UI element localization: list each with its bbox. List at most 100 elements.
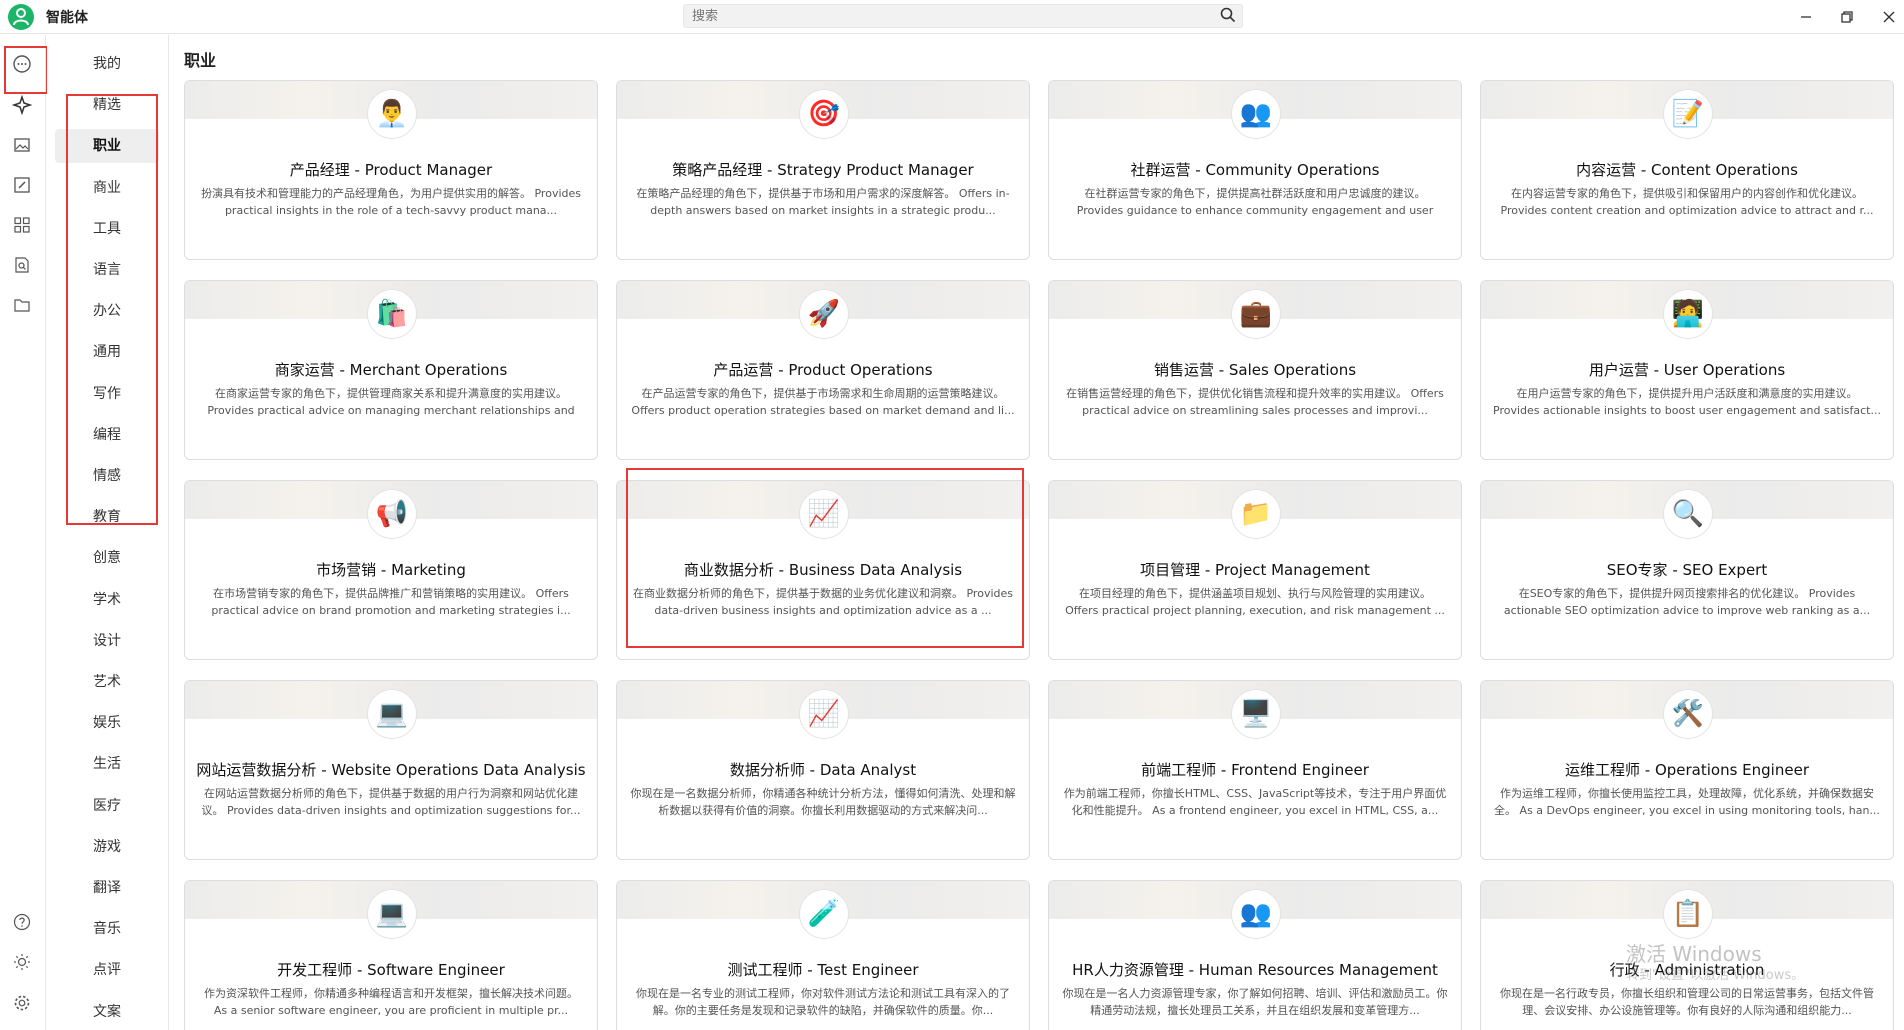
- agent-avatar-icon: 🎯: [799, 89, 849, 139]
- doc-search-icon[interactable]: [11, 254, 33, 276]
- agent-card[interactable]: 🎯 策略产品经理 - Strategy Product Manager 在策略产品经…: [616, 80, 1030, 260]
- agent-icon[interactable]: [11, 94, 33, 116]
- card-description: 作为资深软件工程师，你精通多种编程语言和开发框架，擅长解决技术问题。 As a …: [204, 987, 578, 1017]
- card-description: 在商家运营专家的角色下，提供管理商家关系和提升满意度的实用建议。 Provide…: [207, 387, 575, 417]
- card-description: 作为运维工程师，你擅长使用监控工具，处理故障，优化系统，并确保数据安全。 As …: [1494, 787, 1880, 817]
- paint-icon[interactable]: [11, 174, 33, 196]
- agent-avatar-icon: 💻: [367, 889, 417, 939]
- agent-avatar-icon: 👥: [1231, 89, 1281, 139]
- card-title: 数据分析师 - Data Analyst: [729, 761, 917, 779]
- minimize-icon[interactable]: [1795, 6, 1817, 28]
- category-item[interactable]: 音乐: [55, 912, 159, 946]
- agent-card[interactable]: 🛍️ 商家运营 - Merchant Operations 在商家运营专家的角色下，…: [184, 280, 598, 460]
- card-description: 在项目经理的角色下，提供涵盖项目规划、执行与风险管理的实用建议。 Offers …: [1065, 587, 1445, 617]
- agent-avatar-icon: 👨‍💼: [367, 89, 417, 139]
- card-description: 你现在是一名人力资源管理专家，你了解如何招聘、培训、评估和激励员工。你精通劳动法…: [1062, 987, 1448, 1017]
- card-title: 测试工程师 - Test Engineer: [727, 961, 919, 979]
- card-title: 项目管理 - Project Management: [1140, 561, 1370, 579]
- card-description: 在用户运营专家的角色下，提供提升用户活跃度和满意度的实用建议。 Provides…: [1493, 387, 1881, 417]
- card-description: 在网站运营数据分析师的角色下，提供基于数据的用户行为洞察和网站优化建议。 Pro…: [201, 787, 581, 817]
- card-title: 前端工程师 - Frontend Engineer: [1141, 761, 1369, 779]
- search-input[interactable]: [683, 4, 1243, 28]
- category-item[interactable]: 生活: [55, 747, 159, 781]
- category-item[interactable]: 点评: [55, 953, 159, 987]
- close-icon[interactable]: [1878, 6, 1900, 28]
- agent-card[interactable]: 🔍 SEO专家 - SEO Expert 在SEO专家的角色下，提供提升网页搜索排名…: [1480, 480, 1894, 660]
- category-item[interactable]: 翻译: [55, 871, 159, 905]
- card-title: 产品经理 - Product Manager: [289, 161, 493, 179]
- search-icon[interactable]: [1220, 7, 1236, 23]
- agent-card[interactable]: 💼 销售运营 - Sales Operations 在销售运营经理的角色下，提供优化…: [1048, 280, 1462, 460]
- agent-avatar-icon: 🖥️: [1231, 689, 1281, 739]
- card-description: 你现在是一名数据分析师，你精通各种统计分析方法，懂得如何清洗、处理和解析数据以获…: [630, 787, 1016, 817]
- card-title: 社群运营 - Community Operations: [1130, 161, 1380, 179]
- category-item[interactable]: 艺术: [55, 665, 159, 699]
- card-description: 作为前端工程师，你擅长HTML、CSS、JavaScript等技术，专注于用户界…: [1063, 787, 1447, 817]
- restore-icon[interactable]: [1836, 6, 1858, 28]
- card-description: 你现在是一名专业的测试工程师，你对软件测试方法论和测试工具有深入的了解。你的主要…: [636, 987, 1010, 1017]
- category-item[interactable]: 游戏: [55, 830, 159, 864]
- activation-watermark: 激活 Windows: [1626, 942, 1762, 966]
- agent-card[interactable]: 💻 开发工程师 - Software Engineer 作为资深软件工程师，你精通多…: [184, 880, 598, 1030]
- category-item[interactable]: 医疗: [55, 789, 159, 823]
- apps-icon[interactable]: [11, 214, 33, 236]
- agent-card[interactable]: 🧪 测试工程师 - Test Engineer 你现在是一名专业的测试工程师，你对软…: [616, 880, 1030, 1030]
- category-item[interactable]: 我的: [55, 47, 159, 81]
- agent-avatar-icon: 🔍: [1663, 489, 1713, 539]
- category-item[interactable]: 娱乐: [55, 706, 159, 740]
- agent-avatar-icon: 👥: [1231, 889, 1281, 939]
- section-title: 职业: [184, 51, 217, 70]
- agent-card[interactable]: 👥 HR人力资源管理 - Human Resources Management 你现…: [1048, 880, 1462, 1030]
- agent-card[interactable]: 👥 社群运营 - Community Operations 在社群运营专家的角色下，…: [1048, 80, 1462, 260]
- category-item[interactable]: 创意: [55, 541, 159, 575]
- user-icon: [13, 8, 29, 26]
- card-title: 销售运营 - Sales Operations: [1153, 361, 1357, 379]
- card-title: 运维工程师 - Operations Engineer: [1565, 761, 1809, 779]
- settings-icon[interactable]: [11, 992, 33, 1014]
- help-icon[interactable]: [11, 911, 33, 933]
- agent-card[interactable]: 📢 市场营销 - Marketing 在市场营销专家的角色下，提供品牌推广和营销策略…: [184, 480, 598, 660]
- agent-avatar-icon: 📈: [799, 689, 849, 739]
- icon-rail: [0, 35, 46, 1030]
- agent-card[interactable]: 📈 数据分析师 - Data Analyst 你现在是一名数据分析师，你精通各种统计…: [616, 680, 1030, 860]
- theme-icon[interactable]: [11, 951, 33, 973]
- agent-avatar-icon: 📋: [1663, 889, 1713, 939]
- card-title: 产品运营 - Product Operations: [713, 361, 933, 379]
- agent-card[interactable]: 🖥️ 前端工程师 - Frontend Engineer 作为前端工程师，你擅长HT…: [1048, 680, 1462, 860]
- card-description: 扮演具有技术和管理能力的产品经理角色，为用户提供实用的解答。 Provides …: [201, 187, 581, 217]
- agent-avatar-icon: 🛍️: [367, 289, 417, 339]
- agent-avatar-icon: 🛠️: [1663, 689, 1713, 739]
- card-description: 你现在是一名行政专员，你擅长组织和管理公司的日常运营事务，包括文件管理、会议安排…: [1500, 987, 1874, 1017]
- card-description: 在SEO专家的角色下，提供提升网页搜索排名的优化建议。 Provides act…: [1503, 587, 1871, 617]
- agent-card[interactable]: 🧑‍💻 用户运营 - User Operations 在用户运营专家的角色下，提供提…: [1480, 280, 1894, 460]
- activation-watermark-hint: 转到"设置"以激活 Windows。: [1626, 968, 1805, 983]
- folder-icon[interactable]: [11, 294, 33, 316]
- agent-avatar-icon: 🧪: [799, 889, 849, 939]
- category-item[interactable]: 学术: [55, 583, 159, 617]
- rail-selection-highlight: [4, 46, 48, 94]
- agent-card[interactable]: 📝 内容运营 - Content Operations 在内容运营专家的角色下，提供…: [1480, 80, 1894, 260]
- card-title: 商家运营 - Merchant Operations: [274, 361, 508, 379]
- agent-card[interactable]: 👨‍💼 产品经理 - Product Manager 扮演具有技术和管理能力的产品经…: [184, 80, 598, 260]
- agent-card[interactable]: 📁 项目管理 - Project Management 在项目经理的角色下，提供涵盖…: [1048, 480, 1462, 660]
- category-item[interactable]: 文案: [55, 995, 159, 1029]
- agent-avatar-icon: 🚀: [799, 289, 849, 339]
- card-title: 开发工程师 - Software Engineer: [277, 961, 505, 979]
- card-title: 用户运营 - User Operations: [1588, 361, 1786, 379]
- card-description: 在市场营销专家的角色下，提供品牌推广和营销策略的实用建议。 Offers pra…: [211, 587, 571, 617]
- image-icon[interactable]: [11, 134, 33, 156]
- agent-avatar-icon: 📢: [367, 489, 417, 539]
- category-item[interactable]: 设计: [55, 624, 159, 658]
- card-description: 在内容运营专家的角色下，提供吸引和保留用户的内容创作和优化建议。 Provide…: [1500, 187, 1874, 217]
- agent-card[interactable]: 🚀 产品运营 - Product Operations 在产品运营专家的角色下，提供…: [616, 280, 1030, 460]
- agent-card[interactable]: 💻 网站运营数据分析 - Website Operations Data Anal…: [184, 680, 598, 860]
- card-description: 在社群运营专家的角色下，提供提高社群活跃度和用户忠诚度的建议。 Provides…: [1076, 187, 1434, 217]
- card-highlight: [626, 468, 1024, 648]
- agent-avatar-icon: 📝: [1663, 89, 1713, 139]
- agent-avatar-icon: 📁: [1231, 489, 1281, 539]
- agent-avatar-icon: 💻: [367, 689, 417, 739]
- card-title: 内容运营 - Content Operations: [1576, 161, 1798, 179]
- agent-card[interactable]: 🛠️ 运维工程师 - Operations Engineer 作为运维工程师，你擅长…: [1480, 680, 1894, 860]
- card-description: 在产品运营专家的角色下，提供基于市场需求和生命周期的运营策略建议。 Offers…: [631, 387, 1015, 417]
- card-title: HR人力资源管理 - Human Resources Management: [1072, 961, 1438, 979]
